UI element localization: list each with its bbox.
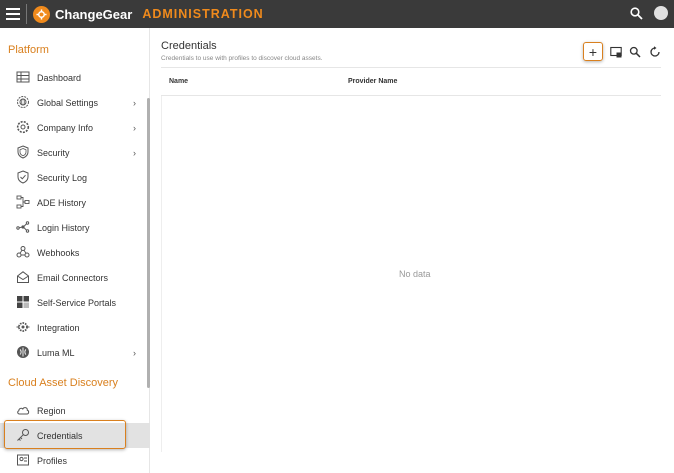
sidebar-item-security-log[interactable]: Security Log: [0, 165, 150, 190]
brand-name[interactable]: ChangeGear: [55, 7, 132, 22]
sidebar-item-label: Webhooks: [37, 247, 80, 258]
profile-icon: [17, 454, 29, 466]
chevron-right-icon: ›: [133, 97, 136, 108]
group-title-platform: Platform: [8, 44, 49, 56]
column-header-provider-name[interactable]: Provider Name: [348, 78, 397, 85]
cloud-icon: [17, 407, 30, 415]
sidebar-item-integration[interactable]: Integration: [0, 315, 150, 340]
sidebar-item-label: Dashboard: [37, 72, 82, 83]
portal-grid-icon: [17, 296, 29, 308]
grid-body: No data: [161, 96, 661, 452]
group-title-cloud-asset-discovery: Cloud Asset Discovery: [8, 377, 119, 389]
sidebar-item-label: Security Log: [37, 172, 88, 183]
sidebar-item-label: Luma ML: [37, 347, 75, 358]
chevron-right-icon: ›: [133, 122, 136, 133]
sidebar-item-profiles[interactable]: Profiles: [0, 448, 150, 473]
gear-icon: [16, 120, 30, 134]
search-icon[interactable]: [630, 7, 643, 20]
page-subtitle: Credentials to use with profiles to disc…: [161, 55, 323, 62]
column-chooser-icon[interactable]: [610, 46, 622, 58]
hamburger-menu-button[interactable]: [0, 0, 26, 28]
network-icon: [16, 221, 30, 233]
sidebar-item-label: Profiles: [37, 455, 68, 466]
plus-icon: +: [588, 43, 598, 60]
sidebar-item-luma-ml[interactable]: Luma ML ›: [0, 340, 150, 365]
sidebar-item-label: ADE History: [37, 197, 87, 208]
sidebar-item-login-history[interactable]: Login History: [0, 215, 150, 240]
shield-icon: [17, 145, 29, 159]
sidebar-item-label: Integration: [37, 322, 80, 333]
integration-gear-icon: [16, 322, 30, 332]
globe-gear-icon: [17, 96, 29, 108]
sidebar: Platform Dashboard Global Settings › Com…: [0, 28, 150, 473]
sidebar-item-company-info[interactable]: Company Info ›: [0, 115, 150, 140]
table-icon: [16, 71, 30, 83]
envelope-open-icon: [17, 271, 29, 283]
webhook-icon: [16, 246, 30, 258]
changegear-logo-icon: [33, 5, 50, 23]
brain-icon: [17, 346, 29, 358]
sidebar-item-label: Email Connectors: [37, 272, 109, 283]
sidebar-item-dashboard[interactable]: Dashboard: [0, 65, 150, 90]
sidebar-item-ade-history[interactable]: ADE History: [0, 190, 150, 215]
search-icon[interactable]: [629, 46, 641, 58]
sidebar-item-label: Security: [37, 147, 70, 158]
sidebar-item-webhooks[interactable]: Webhooks: [0, 240, 150, 265]
divider: [26, 4, 27, 24]
sidebar-item-label: Self-Service Portals: [37, 297, 117, 308]
refresh-icon[interactable]: [649, 46, 661, 58]
sidebar-item-label: Region: [37, 405, 66, 416]
sidebar-item-label: Login History: [37, 222, 90, 233]
sidebar-item-self-service-portals[interactable]: Self-Service Portals: [0, 290, 150, 315]
chevron-right-icon: ›: [133, 347, 136, 358]
column-header-name[interactable]: Name: [169, 78, 188, 85]
empty-state-text: No data: [399, 269, 431, 279]
credentials-highlight-frame: [4, 420, 126, 449]
grid-header: Name Provider Name: [161, 67, 661, 96]
page-title: Credentials: [161, 40, 217, 52]
sidebar-item-security[interactable]: Security ›: [0, 140, 150, 165]
add-credential-button[interactable]: +: [583, 42, 603, 61]
shield-check-icon: [17, 170, 29, 184]
sidebar-item-label: Global Settings: [37, 97, 99, 108]
sidebar-item-label: Company Info: [37, 122, 94, 133]
user-avatar[interactable]: [654, 6, 668, 20]
workflow-icon: [16, 195, 30, 209]
top-bar: ChangeGear ADMINISTRATION: [0, 0, 674, 28]
sidebar-item-global-settings[interactable]: Global Settings ›: [0, 90, 150, 115]
section-title: ADMINISTRATION: [142, 7, 264, 21]
chevron-right-icon: ›: [133, 147, 136, 158]
main-panel: Credentials Credentials to use with prof…: [151, 28, 674, 473]
hamburger-icon: [6, 8, 20, 20]
sidebar-item-email-connectors[interactable]: Email Connectors: [0, 265, 150, 290]
